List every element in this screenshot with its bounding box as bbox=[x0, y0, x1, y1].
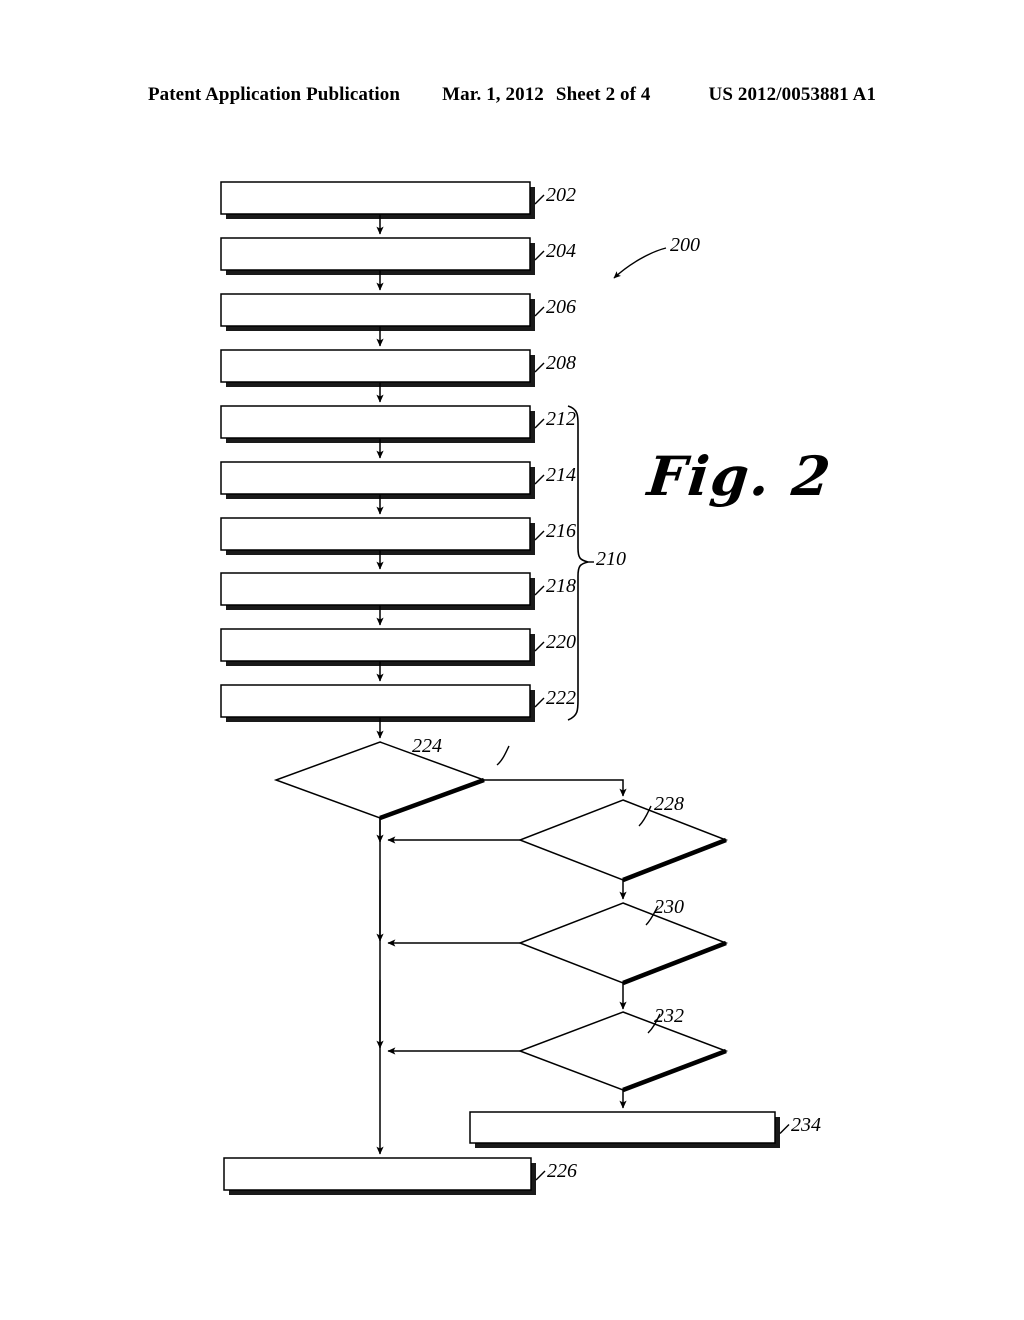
leader-214 bbox=[534, 474, 545, 485]
process-box-214 bbox=[220, 461, 535, 499]
ref-numeral-218: 218 bbox=[546, 575, 576, 597]
ref-numeral-228: 228 bbox=[654, 793, 684, 815]
leader-206 bbox=[534, 306, 545, 317]
decision-diamond-230 bbox=[517, 902, 729, 986]
process-box-234 bbox=[469, 1111, 780, 1148]
ref-numeral-230: 230 bbox=[654, 896, 684, 918]
ref-numeral-212: 212 bbox=[546, 408, 576, 430]
patent-drawing-page: Patent Application Publication Mar. 1, 2… bbox=[0, 0, 1024, 1320]
decision-diamond-224 bbox=[273, 741, 487, 821]
ref-numeral-222: 222 bbox=[546, 687, 576, 709]
ref-numeral-224: 224 bbox=[412, 735, 442, 757]
process-box-204 bbox=[220, 237, 535, 275]
group-brace bbox=[567, 405, 589, 721]
flowchart-drawing bbox=[220, 181, 790, 1195]
ref-numeral-216: 216 bbox=[546, 520, 576, 542]
process-box-218 bbox=[220, 572, 535, 610]
ref-numeral-220: 220 bbox=[546, 631, 576, 653]
ref-numeral-226: 226 bbox=[547, 1160, 577, 1182]
leader-218 bbox=[534, 585, 545, 596]
ref-numeral-204: 204 bbox=[546, 240, 576, 262]
leader-234 bbox=[779, 1124, 790, 1134]
ref-numeral-214: 214 bbox=[546, 464, 576, 486]
leader-208 bbox=[534, 362, 545, 373]
leader-202 bbox=[534, 194, 545, 205]
process-box-206 bbox=[220, 293, 535, 331]
leader-224 bbox=[496, 745, 510, 766]
process-box-220 bbox=[220, 628, 535, 666]
ref-numeral-202: 202 bbox=[546, 184, 576, 206]
leader-220 bbox=[534, 641, 545, 652]
ref-numeral-206: 206 bbox=[546, 296, 576, 318]
leader-222 bbox=[534, 697, 545, 708]
process-box-216 bbox=[220, 517, 535, 555]
leader-204 bbox=[534, 250, 545, 261]
leader-200 bbox=[613, 247, 667, 279]
leader-216 bbox=[534, 530, 545, 541]
ref-numeral-208: 208 bbox=[546, 352, 576, 374]
process-box-208 bbox=[220, 349, 535, 387]
ref-numeral-232: 232 bbox=[654, 1005, 684, 1027]
decision-diamond-228 bbox=[517, 799, 729, 883]
leader-226 bbox=[535, 1170, 546, 1181]
process-box-202 bbox=[220, 181, 535, 219]
process-box-212 bbox=[220, 405, 535, 443]
decision-diamond-232 bbox=[517, 1011, 729, 1093]
ref-numeral-200: 200 bbox=[670, 234, 700, 256]
process-box-222 bbox=[220, 684, 535, 722]
ref-numeral-210: 210 bbox=[596, 548, 626, 570]
connector-224-to-228 bbox=[484, 779, 627, 797]
process-box-226 bbox=[223, 1157, 536, 1195]
leader-212 bbox=[534, 418, 545, 429]
ref-numeral-234: 234 bbox=[791, 1113, 821, 1136]
